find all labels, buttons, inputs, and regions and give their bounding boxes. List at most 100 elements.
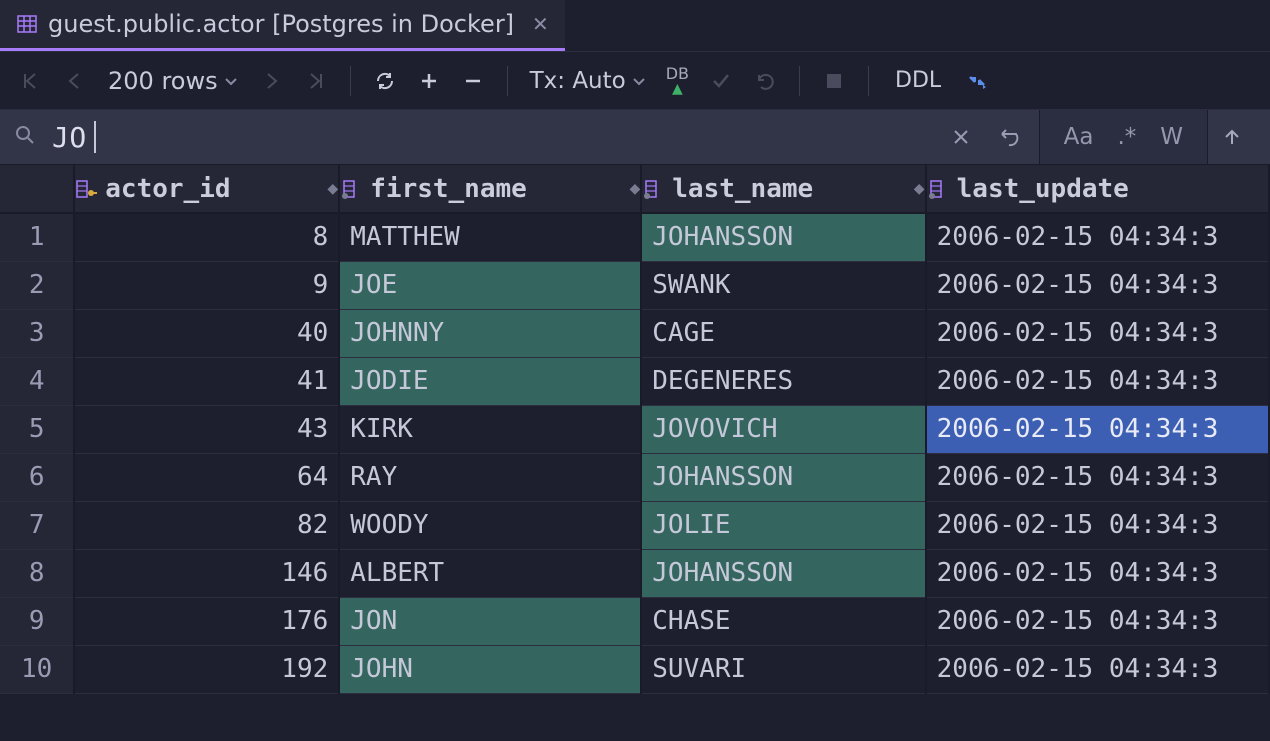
cell-actor-id[interactable]: 192	[74, 645, 339, 693]
column-icon	[340, 178, 362, 200]
cell-actor-id[interactable]: 146	[74, 549, 339, 597]
table-icon	[16, 13, 38, 35]
add-row-button[interactable]	[409, 61, 449, 101]
cell-actor-id[interactable]: 64	[74, 453, 339, 501]
tab-table[interactable]: guest.public.actor [Postgres in Docker] …	[0, 0, 565, 51]
cell-first-name[interactable]: KIRK	[339, 405, 641, 453]
sort-icon: ◆	[327, 178, 338, 199]
cell-actor-id[interactable]: 8	[74, 213, 339, 261]
cell-last-update[interactable]: 2006-02-15 04:34:3	[926, 309, 1269, 357]
cell-first-name[interactable]: ALBERT	[339, 549, 641, 597]
last-page-button[interactable]	[296, 61, 336, 101]
revert-button[interactable]	[745, 61, 785, 101]
cell-last-name[interactable]: JOLIE	[641, 501, 925, 549]
cell-first-name[interactable]: JON	[339, 597, 641, 645]
cell-actor-id[interactable]: 40	[74, 309, 339, 357]
whole-words-toggle[interactable]: W	[1154, 120, 1189, 154]
row-number[interactable]: 9	[0, 597, 74, 645]
table-row[interactable]: 10192JOHNSUVARI2006-02-15 04:34:3	[0, 645, 1269, 693]
search-icon	[14, 124, 36, 150]
next-page-button[interactable]	[252, 61, 292, 101]
column-header-actor-id[interactable]: actor_id ◆	[74, 165, 339, 213]
rows-selector[interactable]: 200 rows	[98, 67, 248, 95]
cell-first-name[interactable]: JOHNNY	[339, 309, 641, 357]
cell-last-name[interactable]: JOHANSSON	[641, 549, 925, 597]
commit-button[interactable]: DB ▲	[658, 66, 697, 96]
column-icon	[642, 178, 664, 200]
prev-page-button[interactable]	[54, 61, 94, 101]
cell-last-update[interactable]: 2006-02-15 04:34:3	[926, 549, 1269, 597]
row-number[interactable]: 5	[0, 405, 74, 453]
cell-last-update[interactable]: 2006-02-15 04:34:3	[926, 645, 1269, 693]
tx-selector[interactable]: Tx: Auto	[522, 68, 654, 94]
regex-toggle[interactable]: .*	[1111, 120, 1142, 154]
cell-last-name[interactable]: CAGE	[641, 309, 925, 357]
table-row[interactable]: 8146ALBERTJOHANSSON2006-02-15 04:34:3	[0, 549, 1269, 597]
cell-last-name[interactable]: JOHANSSON	[641, 213, 925, 261]
submit-button[interactable]	[701, 61, 741, 101]
table-row[interactable]: 782WOODYJOLIE2006-02-15 04:34:3	[0, 501, 1269, 549]
cell-first-name[interactable]: JODIE	[339, 357, 641, 405]
chevron-down-icon	[224, 74, 238, 88]
row-number[interactable]: 10	[0, 645, 74, 693]
search-input[interactable]	[52, 121, 941, 154]
arrow-up-icon: ▲	[672, 82, 683, 96]
cell-last-name[interactable]: SWANK	[641, 261, 925, 309]
stop-button[interactable]	[814, 61, 854, 101]
cell-first-name[interactable]: JOHN	[339, 645, 641, 693]
ddl-button[interactable]: DDL	[883, 68, 953, 93]
text-cursor	[94, 121, 96, 153]
cell-last-name[interactable]: SUVARI	[641, 645, 925, 693]
table-row[interactable]: 9176JONCHASE2006-02-15 04:34:3	[0, 597, 1269, 645]
cell-actor-id[interactable]: 41	[74, 357, 339, 405]
cell-last-update[interactable]: 2006-02-15 04:34:3	[926, 597, 1269, 645]
cell-first-name[interactable]: JOE	[339, 261, 641, 309]
table-row[interactable]: 18MATTHEWJOHANSSON2006-02-15 04:34:3	[0, 213, 1269, 261]
cell-actor-id[interactable]: 82	[74, 501, 339, 549]
filter-history-button[interactable]	[989, 117, 1029, 157]
row-number[interactable]: 4	[0, 357, 74, 405]
column-header-last-name[interactable]: last_name ◆	[641, 165, 925, 213]
cell-first-name[interactable]: MATTHEW	[339, 213, 641, 261]
sort-icon: ◆	[629, 178, 640, 199]
column-header-last-update[interactable]: last_update	[926, 165, 1269, 213]
clear-search-button[interactable]	[941, 117, 981, 157]
cell-last-update[interactable]: 2006-02-15 04:34:3	[926, 405, 1269, 453]
cell-last-name[interactable]: JOVOVICH	[641, 405, 925, 453]
table-row[interactable]: 664RAYJOHANSSON2006-02-15 04:34:3	[0, 453, 1269, 501]
table-row[interactable]: 29JOESWANK2006-02-15 04:34:3	[0, 261, 1269, 309]
cell-last-update[interactable]: 2006-02-15 04:34:3	[926, 261, 1269, 309]
cell-actor-id[interactable]: 176	[74, 597, 339, 645]
row-number[interactable]: 2	[0, 261, 74, 309]
cell-actor-id[interactable]: 9	[74, 261, 339, 309]
cell-first-name[interactable]: RAY	[339, 453, 641, 501]
cell-last-name[interactable]: JOHANSSON	[641, 453, 925, 501]
cell-last-name[interactable]: DEGENERES	[641, 357, 925, 405]
cell-last-update[interactable]: 2006-02-15 04:34:3	[926, 213, 1269, 261]
close-icon[interactable]: ✕	[532, 12, 549, 36]
refresh-button[interactable]	[365, 61, 405, 101]
cell-first-name[interactable]: WOODY	[339, 501, 641, 549]
table-row[interactable]: 340JOHNNYCAGE2006-02-15 04:34:3	[0, 309, 1269, 357]
cell-last-name[interactable]: CHASE	[641, 597, 925, 645]
match-case-toggle[interactable]: Aa	[1058, 120, 1100, 154]
column-header-first-name[interactable]: first_name ◆	[339, 165, 641, 213]
move-up-button[interactable]	[1208, 110, 1256, 164]
first-page-button[interactable]	[10, 61, 50, 101]
row-number[interactable]: 6	[0, 453, 74, 501]
cell-last-update[interactable]: 2006-02-15 04:34:3	[926, 501, 1269, 549]
table-row[interactable]: 441JODIEDEGENERES2006-02-15 04:34:3	[0, 357, 1269, 405]
table-row[interactable]: 543KIRKJOVOVICH2006-02-15 04:34:3	[0, 405, 1269, 453]
row-number[interactable]: 7	[0, 501, 74, 549]
column-icon	[927, 178, 949, 200]
cell-actor-id[interactable]: 43	[74, 405, 339, 453]
cell-last-update[interactable]: 2006-02-15 04:34:3	[926, 453, 1269, 501]
row-number[interactable]: 3	[0, 309, 74, 357]
remove-row-button[interactable]	[453, 61, 493, 101]
collapse-button[interactable]	[957, 61, 997, 101]
chevron-down-icon	[632, 74, 646, 88]
row-number[interactable]: 1	[0, 213, 74, 261]
cell-last-update[interactable]: 2006-02-15 04:34:3	[926, 357, 1269, 405]
row-number-header[interactable]	[0, 165, 74, 213]
row-number[interactable]: 8	[0, 549, 74, 597]
